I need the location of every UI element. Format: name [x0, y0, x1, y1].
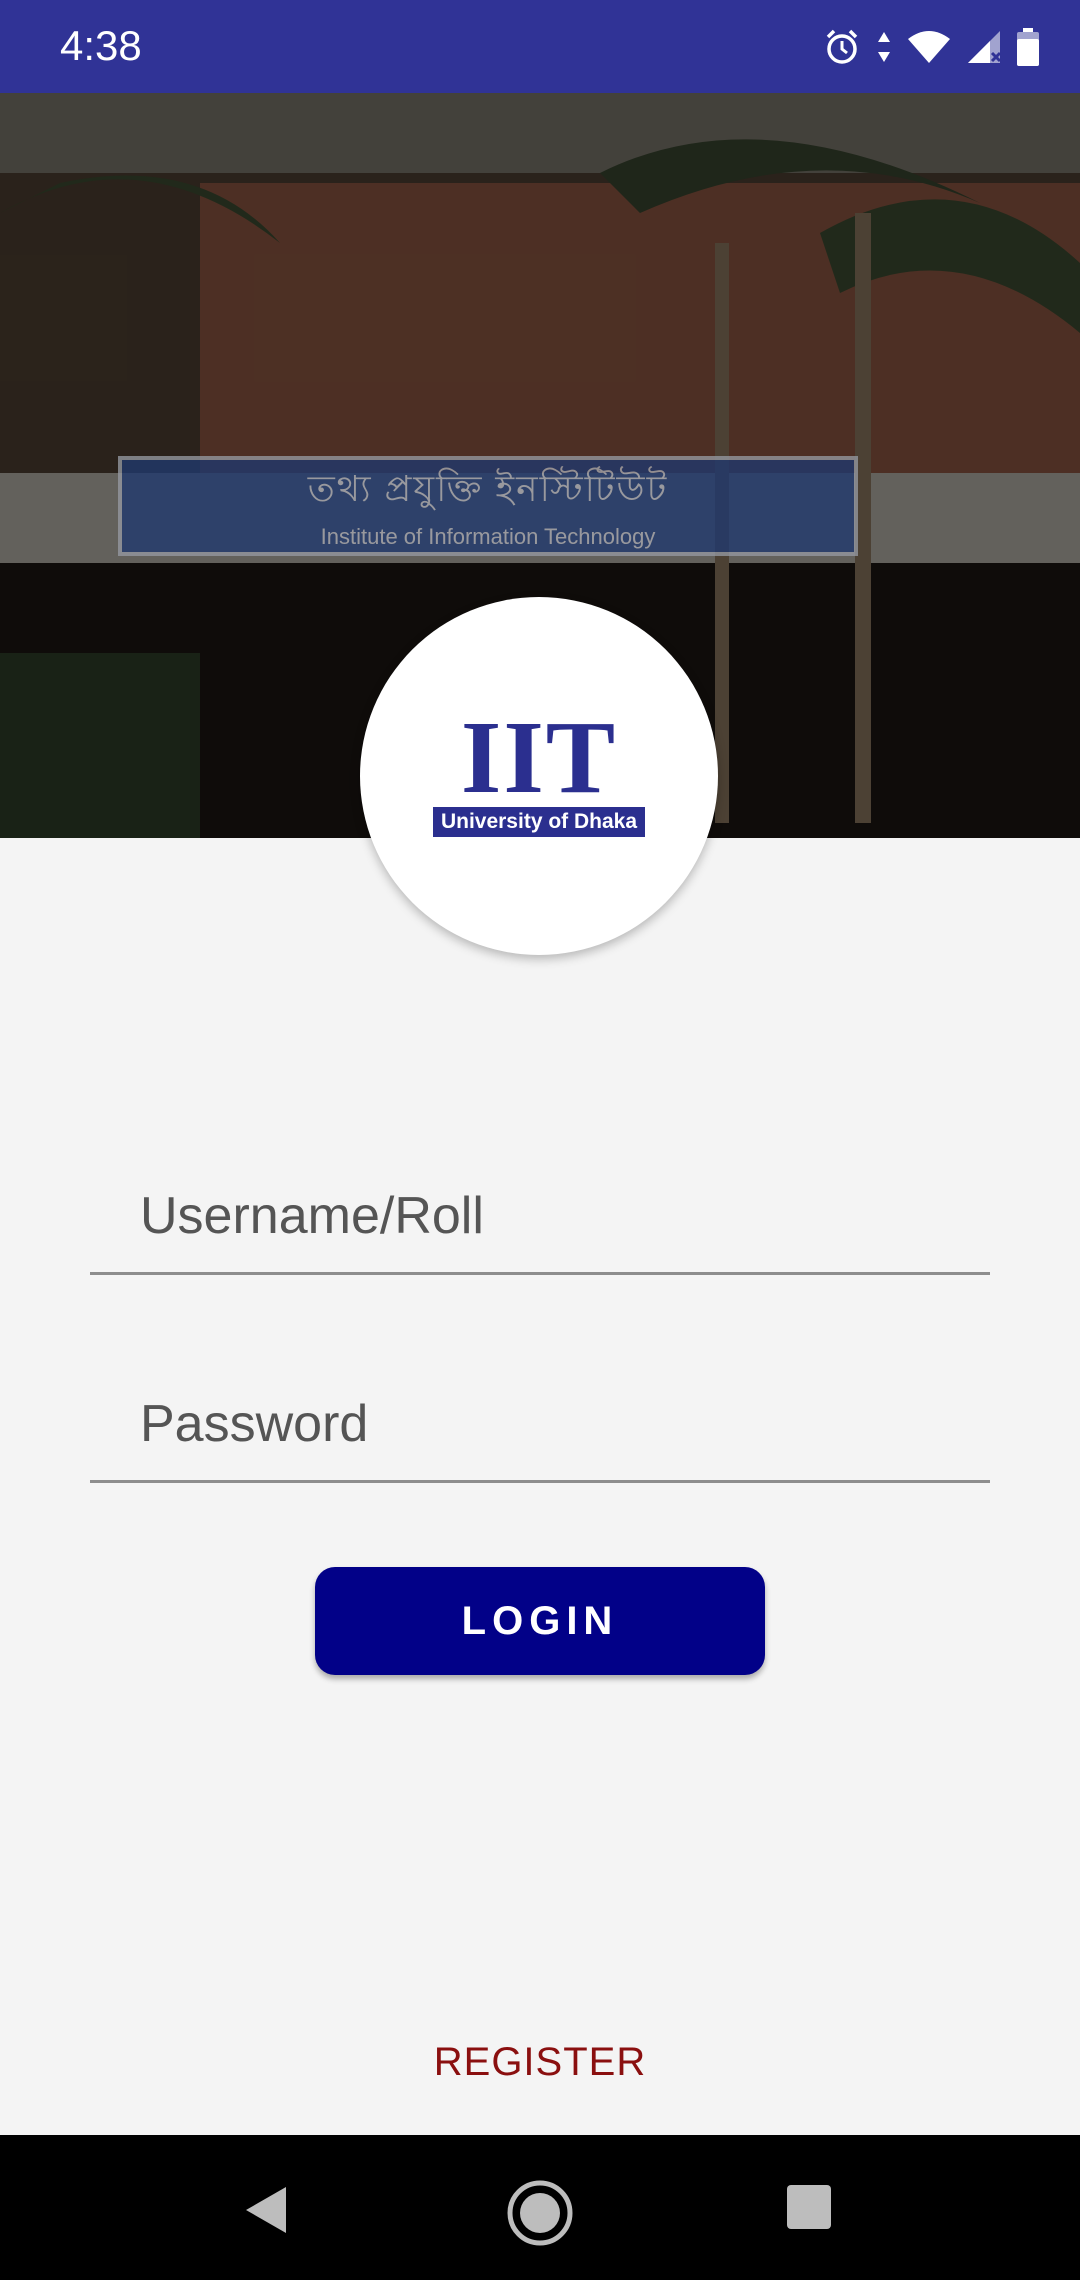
data-arrows-icon — [876, 30, 892, 64]
status-bar: 4:38 — [0, 0, 1080, 93]
back-icon[interactable] — [240, 2183, 292, 2242]
recent-apps-icon[interactable] — [785, 2183, 833, 2236]
status-icons — [822, 24, 1040, 70]
signal-icon — [966, 29, 1002, 65]
login-button[interactable]: LOGIN — [315, 1567, 765, 1675]
logo-mark: IIT — [460, 700, 618, 815]
home-icon[interactable] — [505, 2178, 575, 2253]
wifi-icon — [906, 29, 952, 65]
password-input[interactable] — [138, 1373, 962, 1475]
status-time: 4:38 — [60, 22, 142, 69]
register-link[interactable]: REGISTER — [0, 2040, 1080, 2085]
alarm-icon — [822, 27, 862, 67]
battery-icon — [1016, 28, 1040, 66]
username-field[interactable] — [90, 1165, 990, 1275]
institute-logo: IIT University of Dhaka — [360, 597, 718, 955]
logo-subtitle: University of Dhaka — [432, 807, 646, 837]
username-input[interactable] — [138, 1165, 962, 1267]
password-field[interactable] — [90, 1373, 990, 1483]
navigation-bar — [0, 2135, 1080, 2280]
